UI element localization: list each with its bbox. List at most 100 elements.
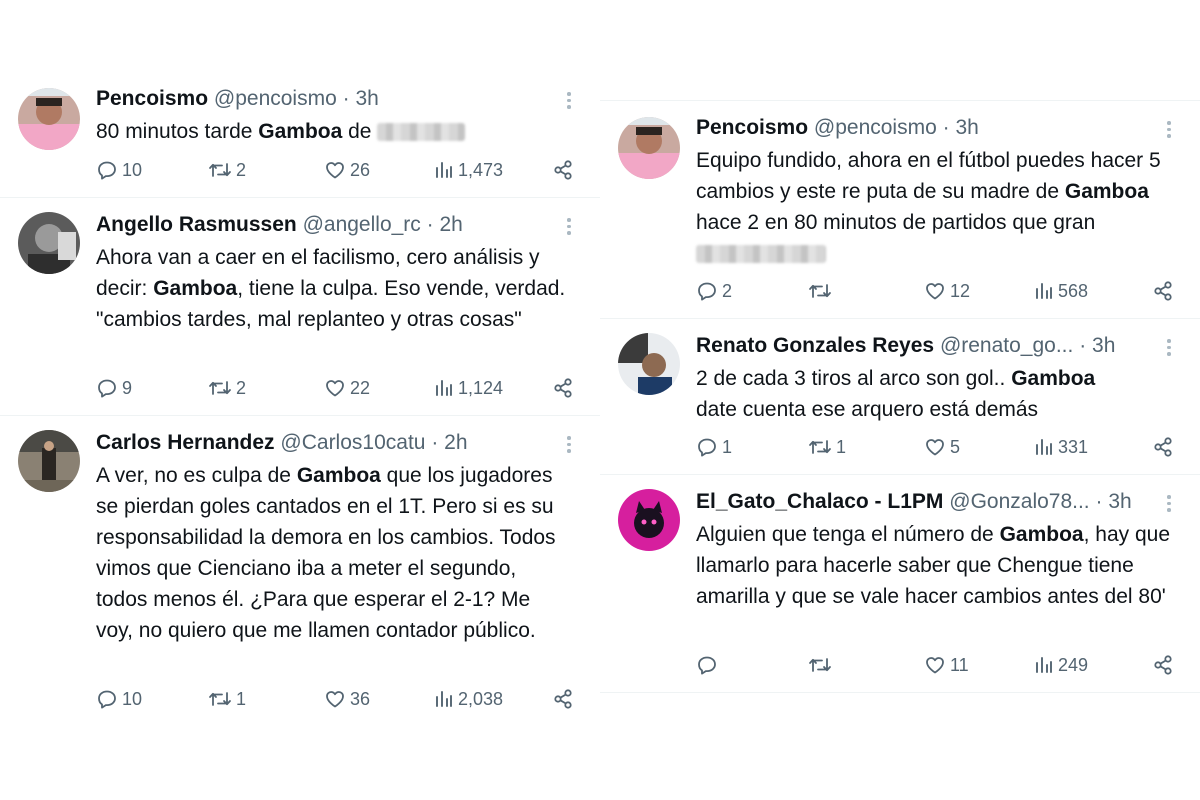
like-count: 26 xyxy=(350,159,371,180)
tweet[interactable]: El_Gato_Chalaco - L1PM @Gonzalo78... · 3… xyxy=(600,475,1200,693)
reply-button[interactable]: 10 xyxy=(96,685,142,713)
views-button[interactable]: 2,038 xyxy=(434,685,503,713)
share-icon xyxy=(554,689,572,709)
retweet-button[interactable]: 2 xyxy=(208,156,246,184)
share-button[interactable] xyxy=(552,374,574,402)
reply-button[interactable]: 9 xyxy=(96,374,132,402)
like-button[interactable]: 11 xyxy=(924,651,969,679)
text-highlight: Gamboa xyxy=(1011,367,1096,390)
like-button[interactable]: 36 xyxy=(324,685,370,713)
text-segment: hace 2 en 80 minutos de partidos que gra… xyxy=(696,211,1096,234)
user-handle[interactable]: @angello_rc xyxy=(303,213,421,236)
avatar[interactable] xyxy=(618,333,680,395)
reply-icon xyxy=(98,379,116,398)
share-button[interactable] xyxy=(1152,433,1174,461)
share-button[interactable] xyxy=(552,156,574,184)
tweet-header: Pencoismo @pencoismo · 3h xyxy=(96,86,572,112)
reply-count: 9 xyxy=(122,377,133,398)
like-button[interactable]: 26 xyxy=(324,156,370,184)
display-name[interactable]: Pencoismo xyxy=(696,116,808,139)
user-handle[interactable]: @Gonzalo78... xyxy=(949,490,1089,513)
like-count: 11 xyxy=(950,654,969,675)
views-count: 249 xyxy=(1058,654,1089,675)
like-icon xyxy=(326,380,344,397)
views-count: 1,473 xyxy=(458,159,504,180)
reply-icon xyxy=(698,656,716,675)
views-count: 2,038 xyxy=(458,688,504,709)
avatar[interactable] xyxy=(618,489,680,551)
retweet-button[interactable]: 1 xyxy=(208,685,246,713)
more-icon[interactable] xyxy=(564,218,574,235)
timestamp[interactable]: 3h xyxy=(955,116,978,139)
tweet-actions: 11 249 xyxy=(696,651,1174,679)
views-icon xyxy=(1036,283,1052,299)
like-button[interactable]: 5 xyxy=(924,433,960,461)
timestamp[interactable]: 2h xyxy=(439,213,462,236)
text-highlight: Gamboa xyxy=(999,523,1084,546)
views-button[interactable]: 249 xyxy=(1034,651,1088,679)
user-handle[interactable]: @pencoismo xyxy=(214,87,337,110)
like-button[interactable]: 22 xyxy=(324,374,370,402)
user-handle[interactable]: @pencoismo xyxy=(814,116,937,139)
retweet-icon xyxy=(209,381,231,395)
reply-button[interactable]: 1 xyxy=(696,433,732,461)
retweet-icon xyxy=(809,658,831,672)
share-button[interactable] xyxy=(1152,651,1174,679)
views-button[interactable]: 331 xyxy=(1034,433,1088,461)
tweet[interactable]: Angello Rasmussen @angello_rc · 2h Ahora… xyxy=(0,198,600,416)
avatar[interactable] xyxy=(18,212,80,274)
display-name[interactable]: Renato Gonzales Reyes xyxy=(696,334,934,357)
retweet-count: 2 xyxy=(236,377,247,398)
retweet-button[interactable]: 1 xyxy=(808,433,846,461)
reply-count: 2 xyxy=(722,280,733,301)
separator-dot: · xyxy=(942,116,950,139)
tweet-text: 80 minutos tarde Gamboa de xyxy=(96,116,572,147)
tweet[interactable]: Renato Gonzales Reyes @renato_go... · 3h… xyxy=(600,319,1200,475)
user-handle[interactable]: @renato_go... xyxy=(940,334,1073,357)
tweet-actions: 10 2 26 1,473 xyxy=(96,156,574,184)
timestamp[interactable]: 3h xyxy=(1092,334,1115,357)
retweet-button[interactable] xyxy=(808,651,836,679)
views-button[interactable]: 1,124 xyxy=(434,374,503,402)
tweet[interactable]: Pencoismo @pencoismo · 3h 80 minutos tar… xyxy=(0,80,600,198)
share-button[interactable] xyxy=(1152,277,1174,305)
avatar[interactable] xyxy=(18,430,80,492)
text-segment: 80 minutos tarde xyxy=(96,120,259,143)
retweet-button[interactable] xyxy=(808,277,836,305)
display-name[interactable]: Angello Rasmussen xyxy=(96,213,297,236)
display-name[interactable]: El_Gato_Chalaco - L1PM xyxy=(696,490,943,513)
like-icon xyxy=(926,657,944,674)
user-handle[interactable]: @Carlos10catu xyxy=(280,431,425,454)
like-button[interactable]: 12 xyxy=(924,277,970,305)
views-count: 568 xyxy=(1058,280,1089,301)
views-count: 1,124 xyxy=(458,377,504,398)
timestamp[interactable]: 2h xyxy=(444,431,467,454)
more-icon[interactable] xyxy=(1164,121,1174,138)
views-button[interactable]: 568 xyxy=(1034,277,1088,305)
timestamp[interactable]: 3h xyxy=(355,87,378,110)
reply-button[interactable]: 10 xyxy=(96,156,142,184)
views-button[interactable]: 1,473 xyxy=(434,156,503,184)
more-icon[interactable] xyxy=(564,436,574,453)
reply-button[interactable] xyxy=(696,651,722,679)
avatar[interactable] xyxy=(618,117,680,179)
tweet-header: Carlos Hernandez @Carlos10catu · 2h xyxy=(96,430,572,456)
retweet-button[interactable]: 2 xyxy=(208,374,246,402)
views-icon xyxy=(436,691,452,707)
more-icon[interactable] xyxy=(1164,339,1174,356)
tweet[interactable]: Carlos Hernandez @Carlos10catu · 2h A ve… xyxy=(0,416,600,726)
display-name[interactable]: Carlos Hernandez xyxy=(96,431,275,454)
avatar[interactable] xyxy=(18,88,80,150)
tweet[interactable]: Pencoismo @pencoismo · 3h Equipo fundido… xyxy=(600,101,1200,319)
more-icon[interactable] xyxy=(564,92,574,109)
display-name[interactable]: Pencoismo xyxy=(96,87,208,110)
views-icon xyxy=(1036,439,1052,455)
timestamp[interactable]: 3h xyxy=(1108,490,1131,513)
share-button[interactable] xyxy=(552,685,574,713)
tweet-content: Carlos Hernandez @Carlos10catu · 2h A ve… xyxy=(96,430,572,646)
reply-button[interactable]: 2 xyxy=(696,277,732,305)
views-icon xyxy=(1036,657,1052,673)
more-icon[interactable] xyxy=(1164,495,1174,512)
text-segment: A ver, no es culpa de xyxy=(96,464,297,487)
separator-dot: · xyxy=(1079,334,1087,357)
